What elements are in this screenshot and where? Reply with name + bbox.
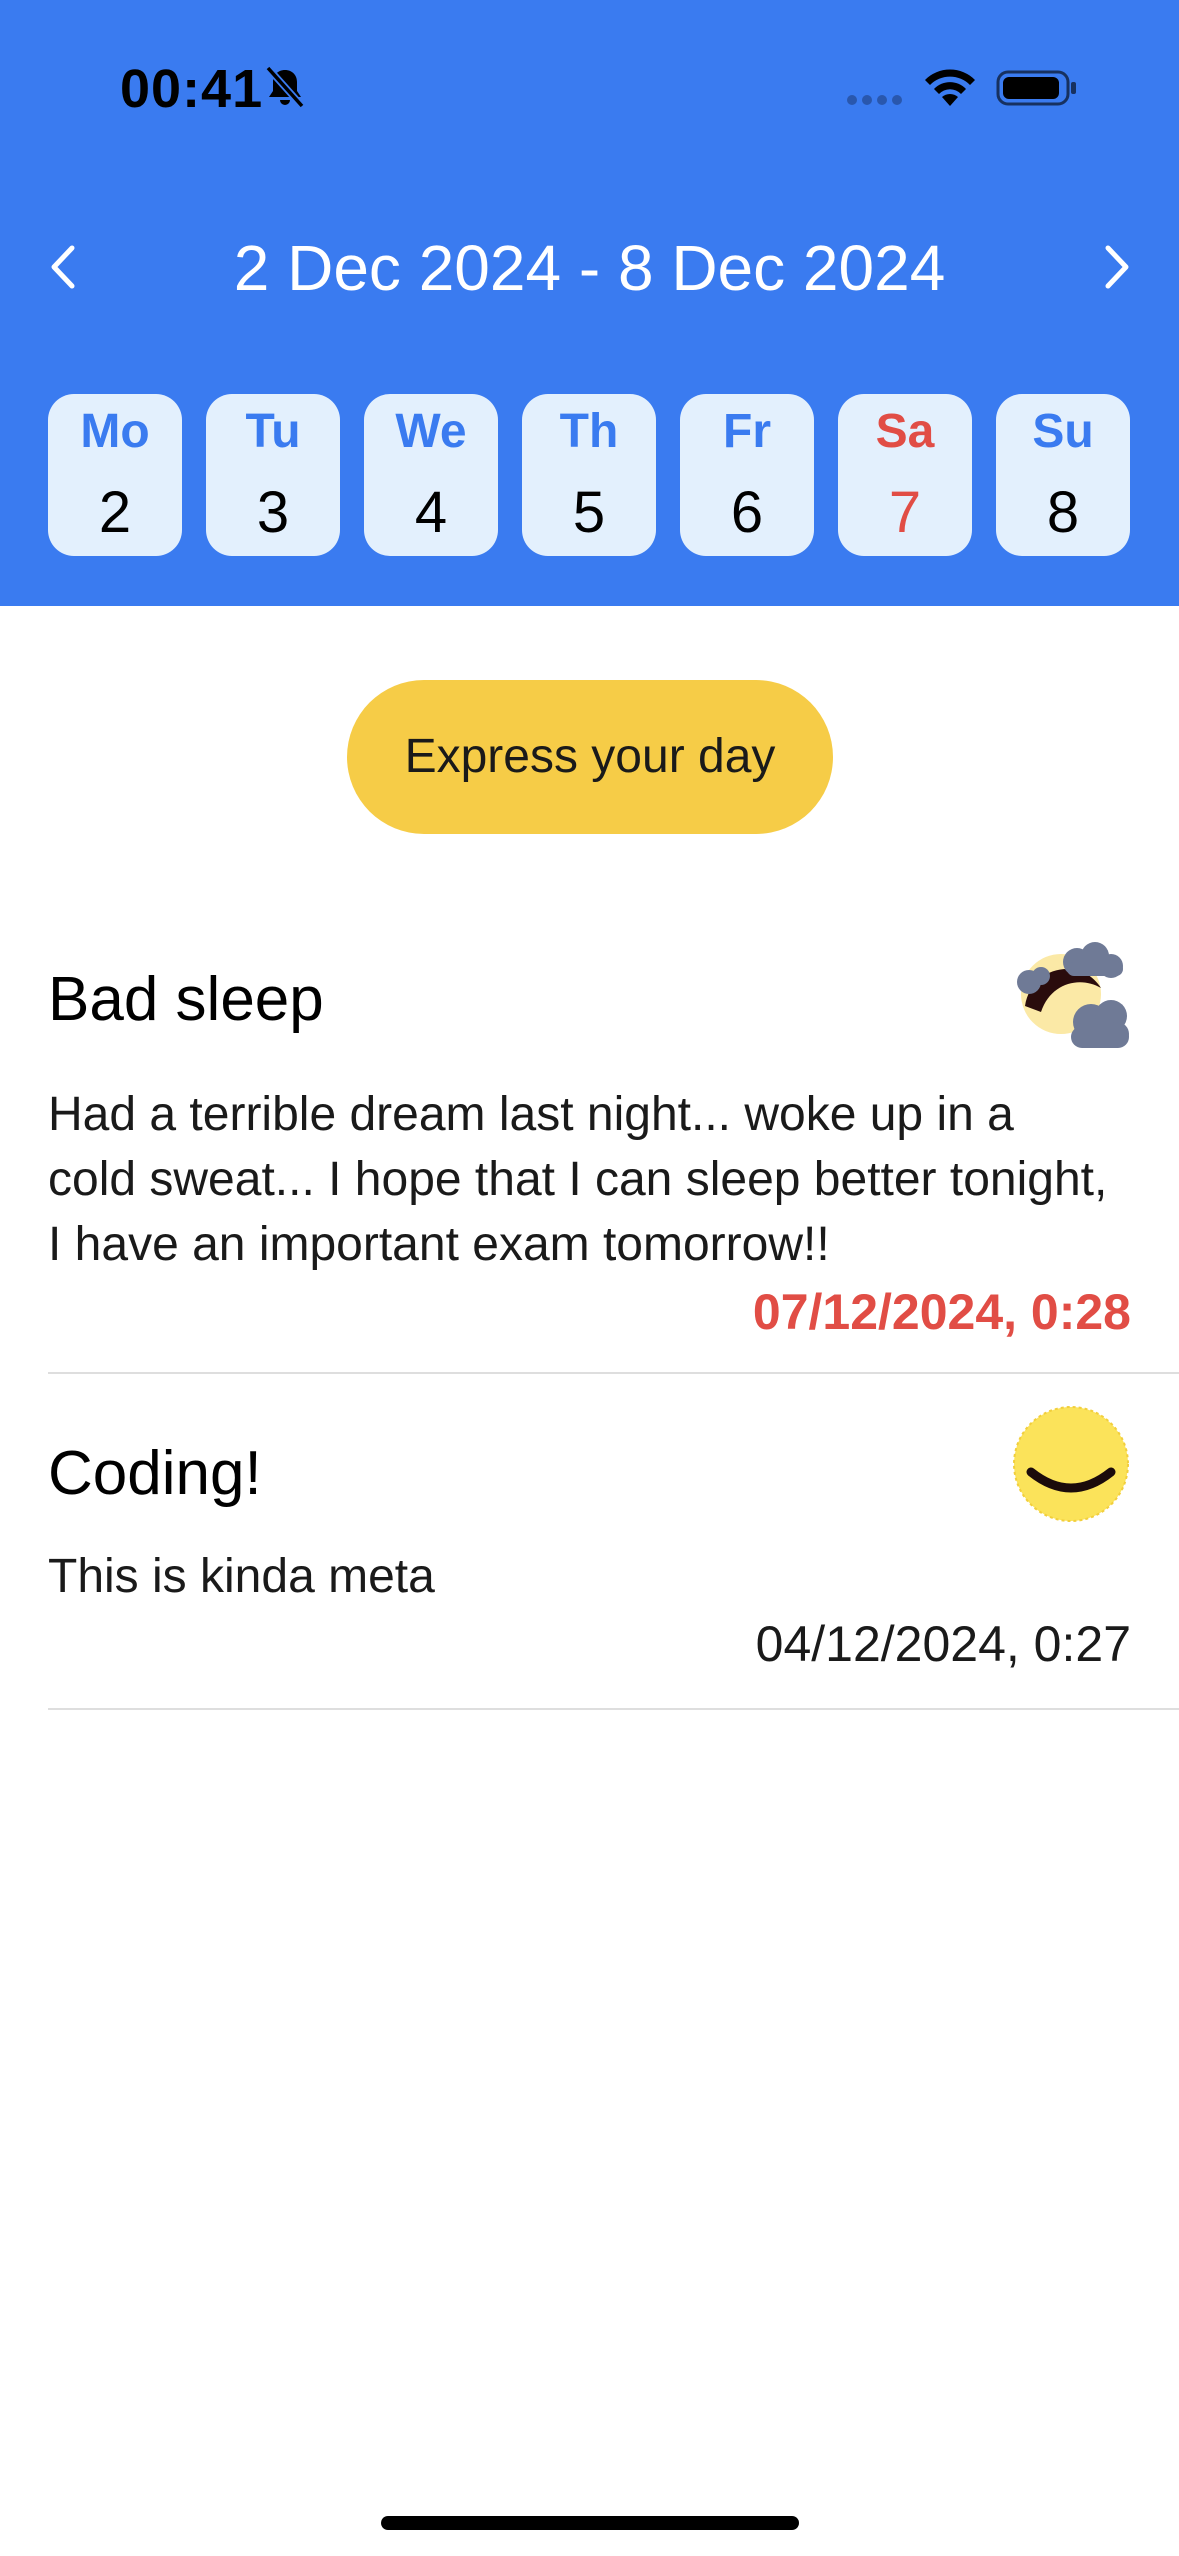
entry-timestamp: 07/12/2024, 0:28 bbox=[752, 1284, 1131, 1340]
day-card-fri[interactable]: Fr 6 bbox=[680, 394, 814, 556]
home-indicator[interactable] bbox=[381, 2516, 799, 2530]
day-selector: Mo 2 Tu 3 We 4 Th 5 Fr 6 Sa 7 Su 8 bbox=[48, 394, 1131, 556]
entry-body: This is kinda meta bbox=[48, 1550, 435, 1603]
journal-entry[interactable]: Coding! This is kinda meta 04/12/2024, 0… bbox=[48, 1374, 1179, 1710]
day-card-sat[interactable]: Sa 7 bbox=[838, 394, 972, 556]
day-card-tue[interactable]: Tu 3 bbox=[206, 394, 340, 556]
entry-body: Had a terrible dream last night... woke … bbox=[48, 1088, 1108, 1271]
day-name: Mo bbox=[80, 405, 150, 458]
day-number: 8 bbox=[1046, 480, 1080, 545]
status-time: 00:41 bbox=[120, 59, 264, 119]
wifi-icon bbox=[925, 69, 975, 106]
day-number: 6 bbox=[730, 480, 764, 545]
chevron-right-icon[interactable] bbox=[1092, 242, 1140, 292]
day-number: 2 bbox=[98, 480, 132, 545]
day-number: 4 bbox=[414, 480, 448, 545]
day-number: 3 bbox=[256, 480, 290, 545]
entry-title: Coding! bbox=[48, 1439, 262, 1508]
signal-dots-icon bbox=[847, 95, 902, 105]
day-name: Th bbox=[559, 405, 619, 458]
day-number: 5 bbox=[572, 480, 606, 545]
day-name: We bbox=[395, 405, 467, 458]
smiley-face-icon bbox=[1013, 1406, 1129, 1522]
chevron-left-icon[interactable] bbox=[40, 242, 88, 292]
day-name: Su bbox=[1032, 405, 1094, 458]
day-name: Tu bbox=[245, 405, 301, 458]
day-name: Fr bbox=[723, 405, 771, 458]
bell-slash-icon bbox=[265, 65, 305, 109]
week-range-label: 2 Dec 2024 - 8 Dec 2024 bbox=[233, 232, 946, 304]
express-your-day-button[interactable]: Express your day bbox=[347, 680, 833, 834]
day-number: 7 bbox=[888, 480, 922, 545]
entry-title: Bad sleep bbox=[48, 965, 324, 1034]
battery-icon bbox=[996, 70, 1076, 106]
screen: 00:41 2 Dec 2024 - 8 Dec 2024 Mo 2 Tu 3 … bbox=[0, 0, 1179, 2556]
day-card-sun[interactable]: Su 8 bbox=[996, 394, 1130, 556]
header: 00:41 2 Dec 2024 - 8 Dec 2024 Mo 2 Tu 3 … bbox=[0, 0, 1179, 606]
day-card-wed[interactable]: We 4 bbox=[364, 394, 498, 556]
day-card-mon[interactable]: Mo 2 bbox=[48, 394, 182, 556]
journal-entry[interactable]: Bad sleep Had a terrible dream last nigh… bbox=[48, 930, 1179, 1374]
week-navigator: 2 Dec 2024 - 8 Dec 2024 bbox=[0, 220, 1179, 310]
entry-timestamp: 04/12/2024, 0:27 bbox=[755, 1616, 1131, 1672]
stormy-moon-icon bbox=[1017, 942, 1129, 1048]
day-name: Sa bbox=[875, 405, 935, 458]
day-card-thu[interactable]: Th 5 bbox=[522, 394, 656, 556]
